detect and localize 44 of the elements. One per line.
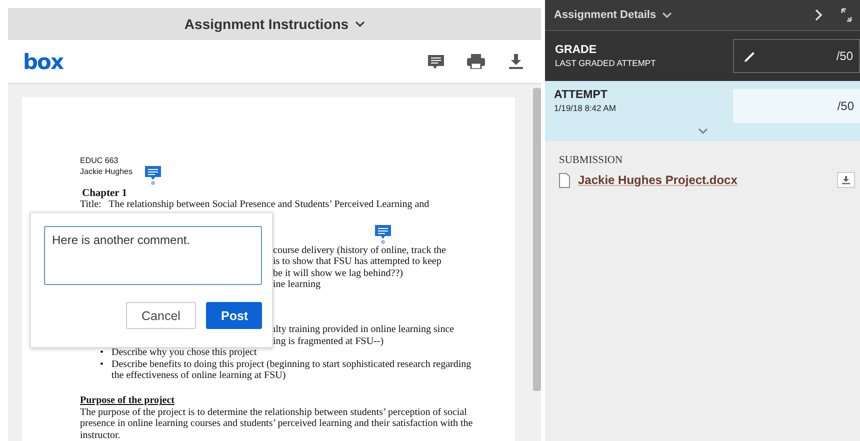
cancel-button[interactable]: Cancel — [126, 302, 196, 329]
grade-field[interactable]: /50 — [733, 39, 860, 73]
chevron-right-icon[interactable] — [815, 9, 823, 21]
bullet-mark: • — [100, 347, 104, 359]
panel-title[interactable]: Assignment Instructions — [184, 16, 349, 32]
comment-marker-icon[interactable] — [375, 225, 391, 244]
attempt-grade-field[interactable]: /50 — [733, 89, 860, 123]
section-heading: SUBMISSION — [559, 155, 624, 166]
document-text: Jackie Hughes — [80, 166, 132, 177]
expand-icon[interactable] — [841, 8, 852, 22]
document-text: be it will show we lag behind??) — [273, 268, 404, 280]
logo: box — [23, 50, 64, 74]
attempt-date: 1/19/18 8:42 AM — [554, 103, 617, 113]
print-icon[interactable] — [467, 54, 485, 69]
document-text: is to show that FSU has attempted to keep — [273, 256, 442, 268]
document-text: ine learning — [273, 279, 322, 290]
bullet-item: Describe why you chose this project — [112, 347, 258, 359]
document-text: course delivery (history of online, track the — [273, 244, 446, 256]
panel-title[interactable]: Assignment Details — [554, 9, 656, 21]
bullet-mark: • — [100, 358, 104, 370]
document-text: Title: The relationship between Social Presence and Students’ Perceived Learning and — [80, 199, 430, 211]
document-text: EDUC 663 — [80, 155, 118, 166]
document-text: ılty training provided in online learning since — [273, 324, 454, 336]
post-button[interactable]: Post — [206, 302, 262, 329]
grade-sublabel: LAST GRADED ATTEMPT — [555, 58, 657, 68]
comment-icon[interactable] — [427, 54, 445, 69]
comment-field[interactable]: Here is another comment. — [44, 226, 262, 285]
document-text: ing is fragmented at FSU--) — [273, 336, 385, 348]
download-icon[interactable] — [507, 54, 525, 69]
chevron-down-icon[interactable] — [662, 12, 672, 18]
chevron-down-icon[interactable] — [354, 21, 365, 27]
document-paragraph: The purpose of the project is to determine the relationship between students’ perception of social presence in online learning courses and students’ perceived learning and their satisfaction with the instructor. — [80, 406, 474, 441]
pencil-icon — [744, 50, 755, 62]
download-button[interactable] — [837, 172, 855, 188]
comment-marker-icon[interactable] — [145, 166, 161, 185]
grade-label: GRADE — [555, 44, 598, 56]
download-icon — [842, 176, 850, 184]
attempt-label: ATTEMPT — [554, 89, 608, 101]
document-icon — [559, 172, 570, 188]
file-link[interactable]: Jackie Hughes Project.docx — [578, 173, 738, 187]
document-heading: Chapter 1 — [82, 188, 128, 200]
document-heading: Purpose of the project — [80, 395, 175, 407]
scrollbar[interactable] — [533, 88, 541, 392]
bullet-item: Describe benefits to doing this project (beginning to start sophisticated research regarding the effectiveness of online learning at FSU) — [112, 358, 472, 382]
